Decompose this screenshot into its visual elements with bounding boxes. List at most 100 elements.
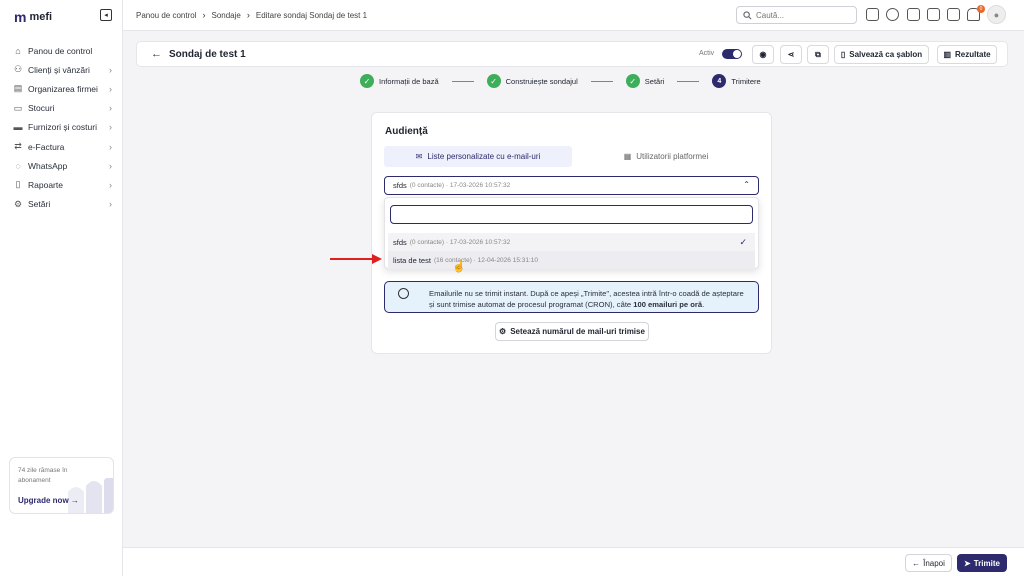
sidebar-item[interactable]: ◌ WhatsApp ›: [12, 156, 112, 175]
step-connector: [677, 80, 700, 82]
notification-badge: 0: [977, 5, 985, 13]
sidebar-collapse-icon[interactable]: ◂: [100, 9, 112, 21]
set-mail-count-label: Setează numărul de mail-uri trimise: [510, 327, 645, 336]
back-arrow-icon[interactable]: ←: [151, 48, 162, 60]
preview-button[interactable]: ◉: [752, 45, 774, 64]
check-icon: ✓: [739, 236, 747, 247]
dropdown-search-input[interactable]: [391, 206, 752, 223]
timer-icon[interactable]: [886, 8, 899, 21]
info-text-bold: 100 emailuri pe oră: [633, 300, 703, 309]
clipboard-icon: ▯: [15, 179, 21, 190]
check-icon: ✓: [486, 74, 501, 88]
list-select[interactable]: sfds (0 contacte) · 17-03-2026 10:57:32 …: [384, 176, 759, 195]
tasks-icon[interactable]: [927, 8, 940, 21]
sidebar-item[interactable]: ▯ Rapoarte ›: [12, 175, 112, 194]
share-button[interactable]: ⋖: [780, 45, 802, 64]
breadcrumb-item[interactable]: Sondaje: [212, 11, 241, 20]
breadcrumb-item: Editare sondaj Sondaj de test 1: [255, 10, 368, 20]
info-text: Emailurile nu se trimit instant. După ce…: [429, 288, 749, 310]
tab-platform-users[interactable]: ▦ Utilizatorii platformei: [572, 146, 760, 167]
send-label: Trimite: [973, 558, 1000, 568]
chevron-up-icon: ⌃: [743, 180, 750, 189]
breadcrumb: Panou de control › Sondaje › Editare son…: [136, 10, 367, 20]
results-label: Rezultate: [955, 50, 991, 59]
org-icon: ▤: [13, 83, 23, 94]
avatar[interactable]: ●: [987, 5, 1006, 24]
box-icon: ▭: [13, 102, 23, 113]
chat-icon[interactable]: [947, 8, 960, 21]
sidebar-item[interactable]: ▬ Furnizori și costuri ›: [12, 118, 113, 137]
sidebar-item[interactable]: ⌂ Panou de control: [12, 41, 112, 60]
upgrade-text: 74 zile rămase în abonament: [18, 467, 68, 484]
search-input[interactable]: [756, 10, 846, 20]
logo-text: mefi: [29, 11, 53, 23]
dropdown-option[interactable]: lista de test (16 contacte) · 12-04-2026…: [388, 251, 755, 269]
save-template-button[interactable]: ▯ Salvează ca șablon: [834, 45, 929, 64]
tab-email-lists[interactable]: ✉ Liste personalizate cu e-mail-uri: [384, 146, 572, 167]
chevron-right-icon: ›: [109, 160, 112, 171]
stepper: ✓ Informații de bază ✓ Construiește sondaju…: [360, 74, 761, 88]
chevron-right-icon: ›: [109, 141, 112, 152]
check-icon: ✓: [360, 74, 374, 88]
sidebar-item[interactable]: ⇄ e-Factura ›: [12, 137, 112, 156]
step-label: Construiește sondajul: [505, 76, 578, 86]
send-icon: ➤: [964, 558, 971, 568]
gear-icon: ⚙: [499, 327, 507, 336]
chevron-right-icon: ›: [109, 179, 112, 190]
sidebar-item-label: Clienți și vânzări: [28, 64, 90, 75]
upgrade-button[interactable]: Upgrade now →: [18, 496, 79, 505]
sidebar-item-label: e-Factura: [28, 141, 65, 152]
home-icon: ⌂: [15, 45, 21, 56]
step-label: Setări: [644, 76, 665, 86]
chevron-right-icon: ›: [109, 103, 112, 114]
results-button[interactable]: ▥ Rezultate: [937, 45, 997, 64]
duplicate-button[interactable]: ⧉: [807, 45, 829, 64]
search-icon: [743, 10, 752, 19]
check-icon: ✓: [625, 74, 640, 88]
sidebar-item[interactable]: ▤ Organizarea firmei ›: [12, 79, 112, 98]
page-title: Sondaj de test 1: [169, 49, 246, 60]
save-template-label: Salvează ca șablon: [849, 50, 923, 59]
back-button[interactable]: ← Înapoi: [905, 554, 952, 572]
sidebar-item[interactable]: ⚇ Clienți și vânzări ›: [12, 60, 112, 79]
dropdown-search[interactable]: [390, 205, 753, 224]
step-connector: [590, 80, 613, 82]
add-icon[interactable]: [866, 8, 879, 21]
step[interactable]: ✓ Setări: [625, 74, 665, 88]
step-label: Trimitere: [731, 76, 761, 86]
hand-cursor-icon: ☝: [452, 261, 466, 273]
step-connector: [451, 80, 474, 82]
option-name: lista de test: [393, 255, 431, 265]
send-button[interactable]: ➤ Trimite: [957, 554, 1007, 572]
step[interactable]: ✓ Construiește sondajul: [486, 74, 578, 88]
mail-icon: ✉: [415, 152, 423, 161]
user-icon: ●: [993, 9, 1000, 20]
sidebar-item-label: WhatsApp: [28, 160, 68, 171]
selected-list-name: sfds: [393, 181, 407, 190]
dropdown-option[interactable]: sfds (0 contacte) · 17-03-2026 10:57:32 …: [388, 233, 755, 251]
step[interactable]: ✓ Informații de bază: [360, 74, 439, 88]
step[interactable]: 4 Trimitere: [712, 74, 761, 88]
sidebar-item[interactable]: ▭ Stocuri ›: [12, 99, 112, 118]
sidebar-item[interactable]: ⚙ Setări ›: [12, 195, 112, 214]
active-toggle[interactable]: [722, 49, 742, 59]
wallet-icon: ▬: [13, 122, 23, 133]
info-text-part2: .: [702, 300, 705, 309]
selected-list-meta: (0 contacte) · 17-03-2026 10:57:32: [409, 182, 511, 189]
set-mail-count-button[interactable]: ⚙ Setează numărul de mail-uri trimise: [495, 322, 649, 341]
chevron-right-icon: ›: [109, 83, 112, 94]
invoice-icon: ⇄: [14, 141, 22, 152]
sidebar-item-label: Rapoarte: [28, 179, 63, 190]
share-icon: ⋖: [787, 50, 795, 59]
sidebar-item-label: Stocuri: [28, 103, 55, 114]
logo[interactable]: m mefi: [14, 9, 52, 25]
annotation-arrow-icon: [330, 254, 382, 264]
info-box: Emailurile nu se trimit instant. După ce…: [384, 281, 759, 313]
copy-icon: ⧉: [815, 49, 821, 59]
search-box[interactable]: [736, 6, 857, 24]
breadcrumb-item[interactable]: Panou de control: [136, 11, 197, 20]
survey-header: ← Sondaj de test 1 Activ ◉ ⋖ ⧉ ▯ Salveaz…: [136, 41, 1008, 67]
calendar-icon[interactable]: [907, 8, 920, 21]
bookmark-icon: ▯: [840, 50, 846, 59]
sidebar: m mefi ◂ ⌂ Panou de control ⚇ Clienți și vâ…: [0, 0, 123, 576]
